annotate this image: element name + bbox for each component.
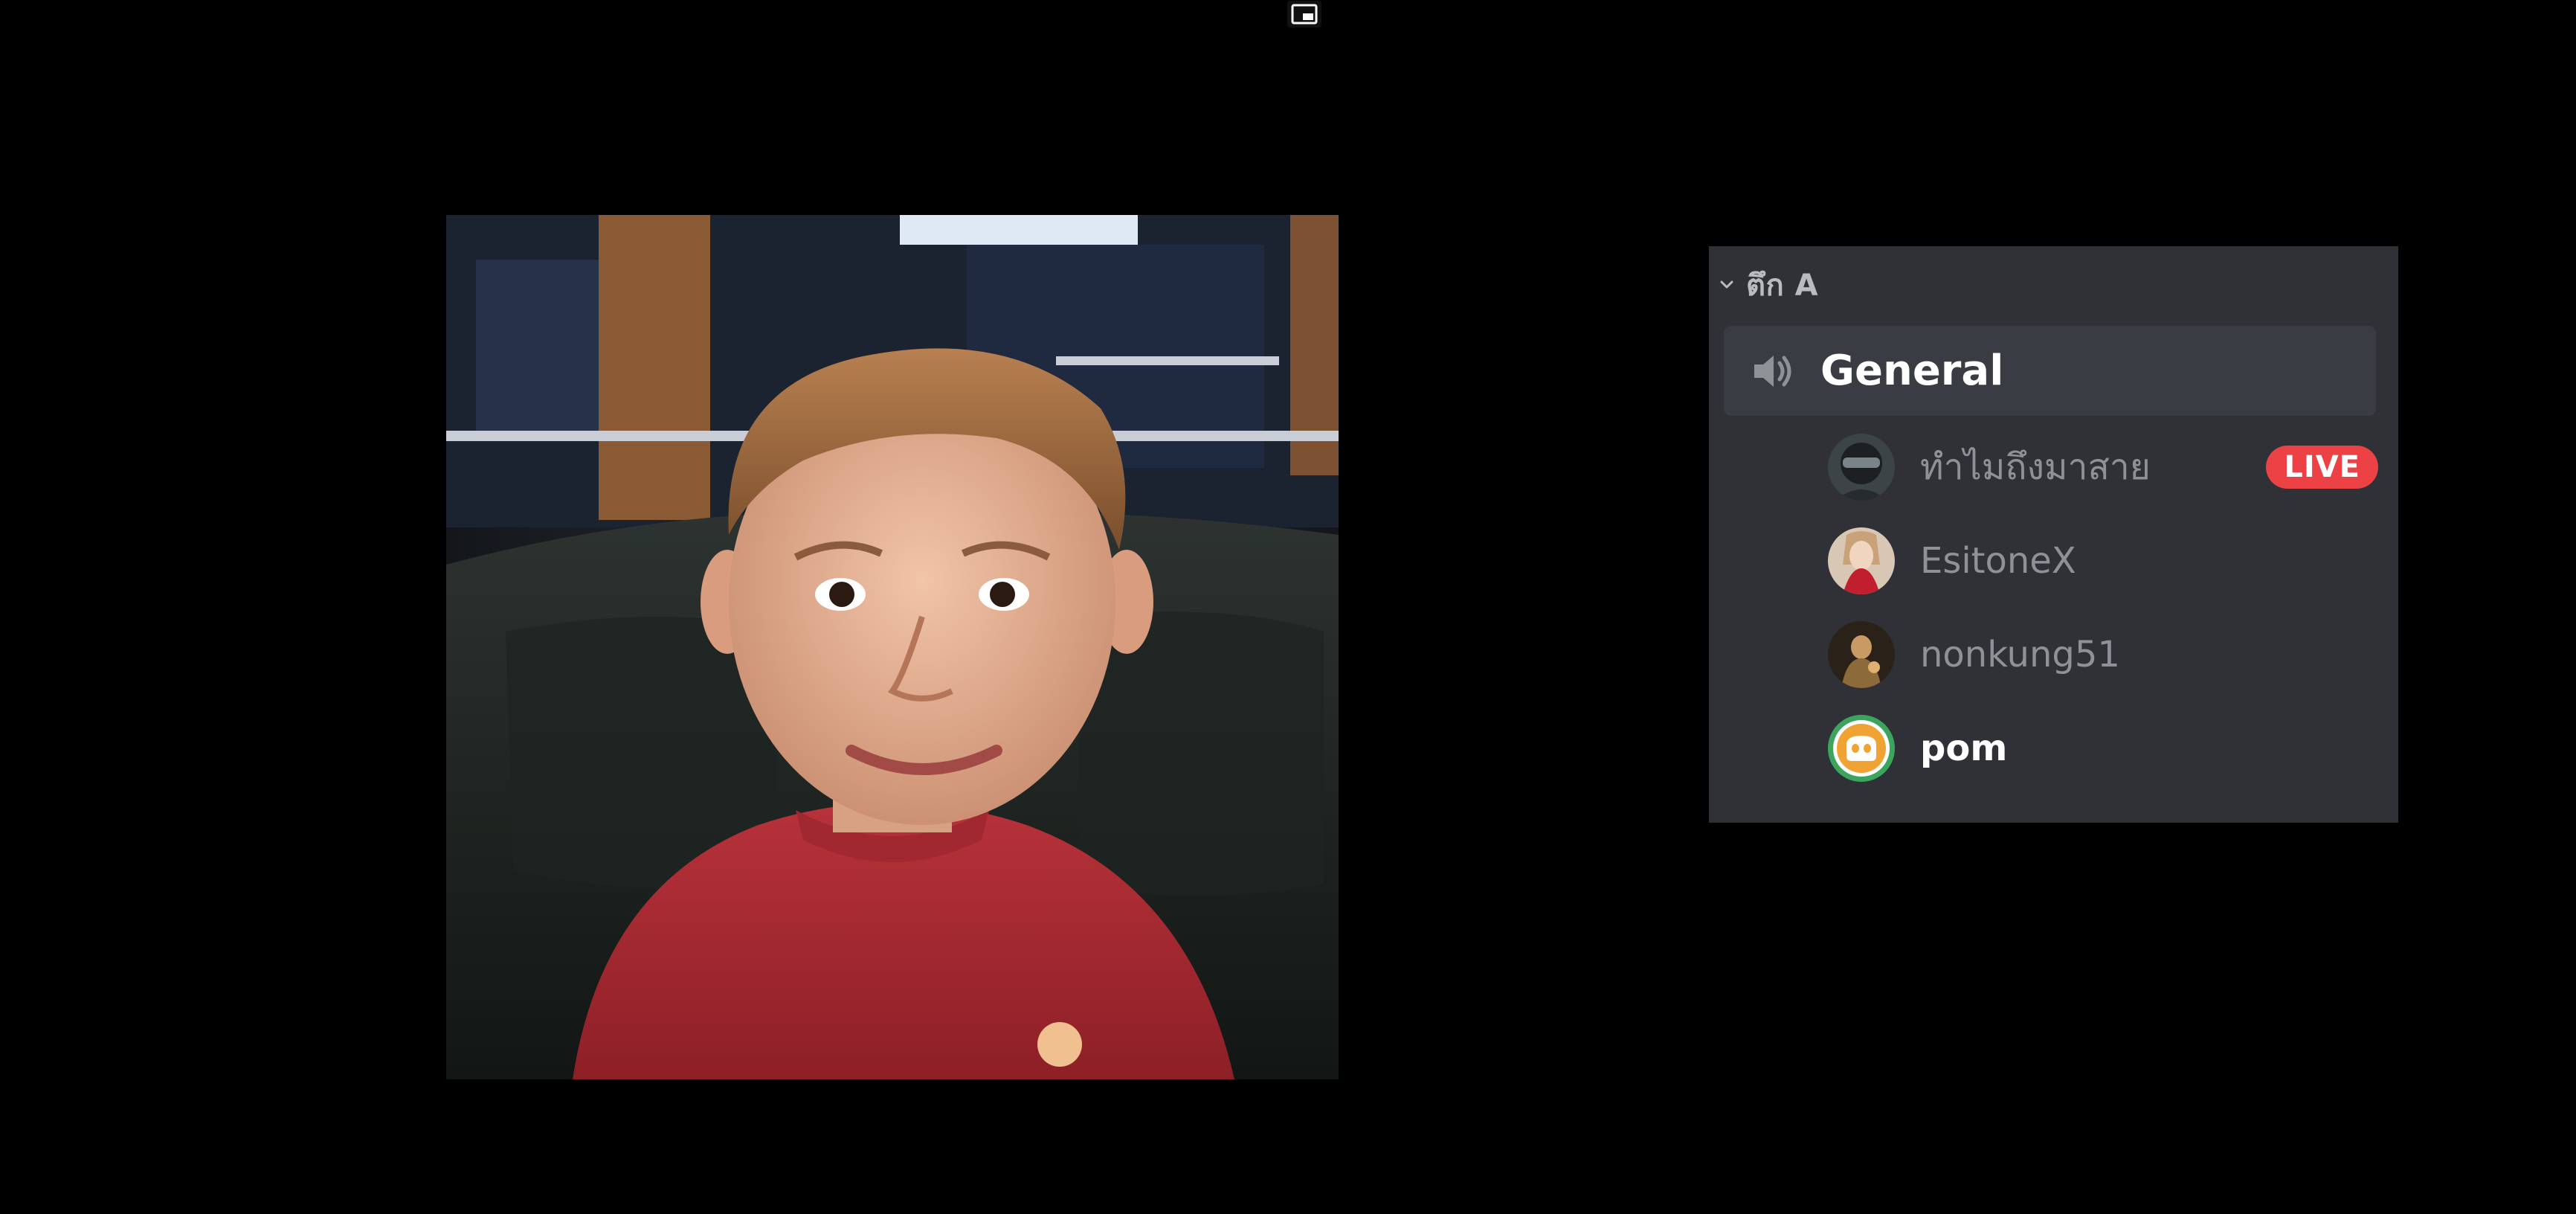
picture-in-picture-button[interactable] xyxy=(1287,1,1321,28)
avatar xyxy=(1828,621,1895,688)
chevron-down-icon xyxy=(1713,272,1740,298)
category-header[interactable]: ตึก A xyxy=(1713,263,1818,307)
screen: ตึก A General ทำไมถึงมาสาย LIVE EsitoneX… xyxy=(0,0,2576,1214)
member-name: ทำไมถึงมาสาย xyxy=(1920,446,2151,488)
avatar xyxy=(1828,434,1895,501)
voice-channel-overlay: ตึก A General ทำไมถึงมาสาย LIVE EsitoneX… xyxy=(1709,246,2398,823)
avatar xyxy=(1828,527,1895,594)
member-row[interactable]: EsitoneX xyxy=(1828,520,2378,602)
member-name: pom xyxy=(1920,728,2008,769)
member-name: EsitoneX xyxy=(1920,540,2076,582)
member-name: nonkung51 xyxy=(1920,634,2120,675)
speaker-icon xyxy=(1746,344,1800,398)
channel-name: General xyxy=(1820,347,2004,395)
member-row[interactable]: pom xyxy=(1828,707,2378,789)
live-badge: LIVE xyxy=(2266,446,2378,489)
avatar xyxy=(1828,715,1895,782)
video-stream xyxy=(446,215,1339,1079)
member-row[interactable]: nonkung51 xyxy=(1828,614,2378,696)
category-label: ตึก A xyxy=(1746,269,1819,303)
member-row[interactable]: ทำไมถึงมาสาย LIVE xyxy=(1828,426,2378,508)
stream-image xyxy=(446,215,1339,1079)
picture-in-picture-icon xyxy=(1291,4,1318,25)
voice-channel-general[interactable]: General xyxy=(1724,326,2376,416)
